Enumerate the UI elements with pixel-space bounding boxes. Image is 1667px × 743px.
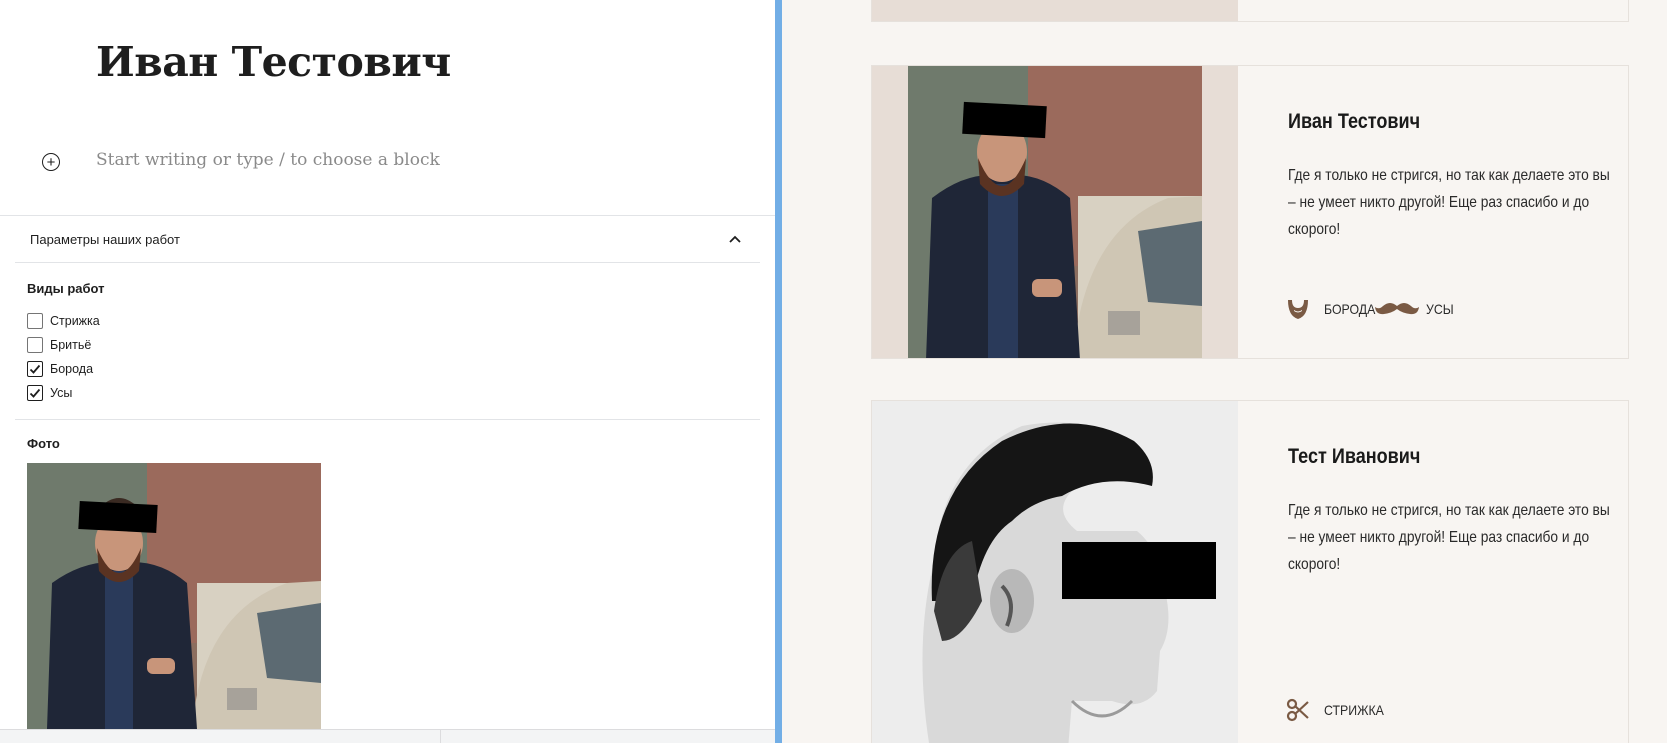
editor-footer	[0, 729, 775, 743]
review-info: Иван Тестович Где я только не стригся, н…	[1238, 66, 1628, 358]
review-photo-area	[872, 66, 1238, 358]
tag-label: БОРОДА	[1324, 301, 1376, 317]
photo-label: Фото	[27, 436, 60, 451]
man-with-beard-photo	[27, 463, 321, 729]
review-card: Тест Иванович Где я только не стригся, н…	[871, 400, 1629, 743]
divider-line	[15, 419, 760, 420]
block-editor: Иван Тестович + Start writing or type / …	[0, 0, 775, 743]
review-author: Иван Тестович	[1288, 110, 1421, 133]
review-text: Где я только не стригся, но так как дела…	[1288, 167, 1610, 238]
review-tags: БОРОДА УСЫ	[1286, 298, 1458, 320]
divider-line	[15, 262, 760, 263]
checkbox-box[interactable]	[27, 313, 43, 329]
checkbox-beard[interactable]: Борода	[27, 361, 93, 377]
add-block-icon[interactable]: +	[42, 153, 60, 171]
review-card: Иван Тестович Где я только не стригся, н…	[871, 65, 1629, 359]
tag-label: СТРИЖКА	[1324, 702, 1384, 718]
footer-separator	[440, 730, 441, 743]
divider-line	[0, 215, 775, 216]
review-photo-partial	[872, 0, 1238, 21]
checkbox-label: Стрижка	[50, 314, 100, 328]
site-preview: Иван Тестович Где я только не стригся, н…	[782, 0, 1667, 743]
chevron-up-icon[interactable]	[728, 232, 742, 246]
man-with-beard-photo	[908, 66, 1202, 358]
beard-icon	[1288, 300, 1308, 319]
review-card-partial	[871, 0, 1629, 22]
work-types-label: Виды работ	[27, 281, 105, 296]
block-placeholder[interactable]: Start writing or type / to choose a bloc…	[96, 150, 440, 170]
review-text: Где я только не стригся, но так как дела…	[1288, 502, 1610, 573]
tag-label: УСЫ	[1426, 301, 1454, 317]
checkbox-mustache[interactable]: Усы	[27, 385, 72, 401]
checkbox-box-checked[interactable]	[27, 361, 43, 377]
photo-thumbnail[interactable]	[27, 463, 321, 729]
checkbox-label: Усы	[50, 386, 73, 400]
review-photo-area	[872, 401, 1238, 743]
review-author: Тест Иванович	[1288, 445, 1421, 468]
scissors-icon	[1286, 698, 1309, 722]
checkbox-label: Борода	[50, 362, 94, 376]
checkbox-label: Бритьё	[50, 338, 92, 352]
checkbox-box[interactable]	[27, 337, 43, 353]
checkmark-icon	[29, 364, 41, 374]
checkbox-box-checked[interactable]	[27, 385, 43, 401]
metabox-title: Параметры наших работ	[30, 232, 180, 247]
checkmark-icon	[29, 388, 41, 398]
redaction-bar	[78, 500, 158, 534]
redaction-bar	[1062, 542, 1216, 599]
pane-divider[interactable]	[775, 0, 782, 743]
redaction-bar	[962, 101, 1047, 139]
checkbox-haircut[interactable]: Стрижка	[27, 313, 100, 329]
review-info: Тест Иванович Где я только не стригся, н…	[1238, 401, 1628, 743]
mustache-icon	[1375, 303, 1420, 315]
post-title[interactable]: Иван Тестович	[96, 38, 451, 86]
review-tags: СТРИЖКА	[1286, 698, 1392, 722]
checkbox-shave[interactable]: Бритьё	[27, 337, 91, 353]
